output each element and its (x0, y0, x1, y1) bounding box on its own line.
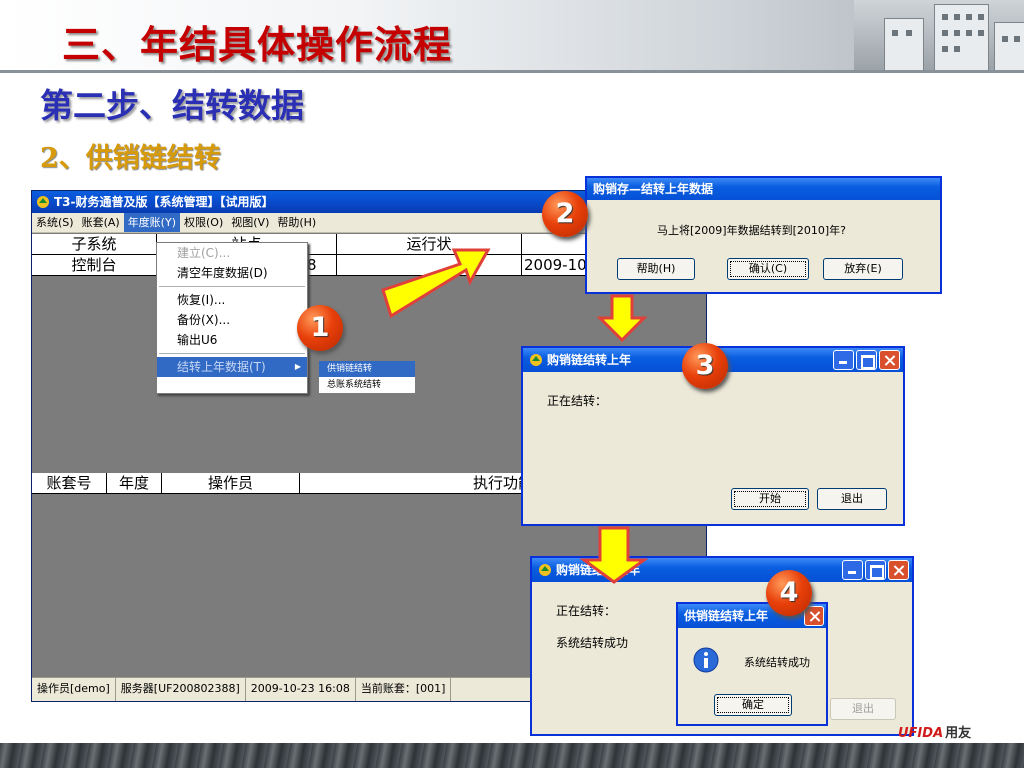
arrow-to-confirm (381, 248, 491, 319)
footer-band (0, 743, 1024, 768)
arrow-down-1 (596, 294, 648, 343)
logo-cn: 用友 (945, 726, 972, 741)
callout-step-2: 2 (542, 191, 588, 237)
flow-arrows (381, 248, 649, 584)
ufida-logo: UFIDA 用友 (898, 722, 971, 741)
logo-brand: UFIDA (898, 726, 944, 741)
callout-step-1: 1 (297, 305, 343, 351)
callout-step-3: 3 (682, 343, 728, 389)
callout-step-4: 4 (766, 570, 812, 616)
arrow-down-2 (579, 526, 649, 584)
